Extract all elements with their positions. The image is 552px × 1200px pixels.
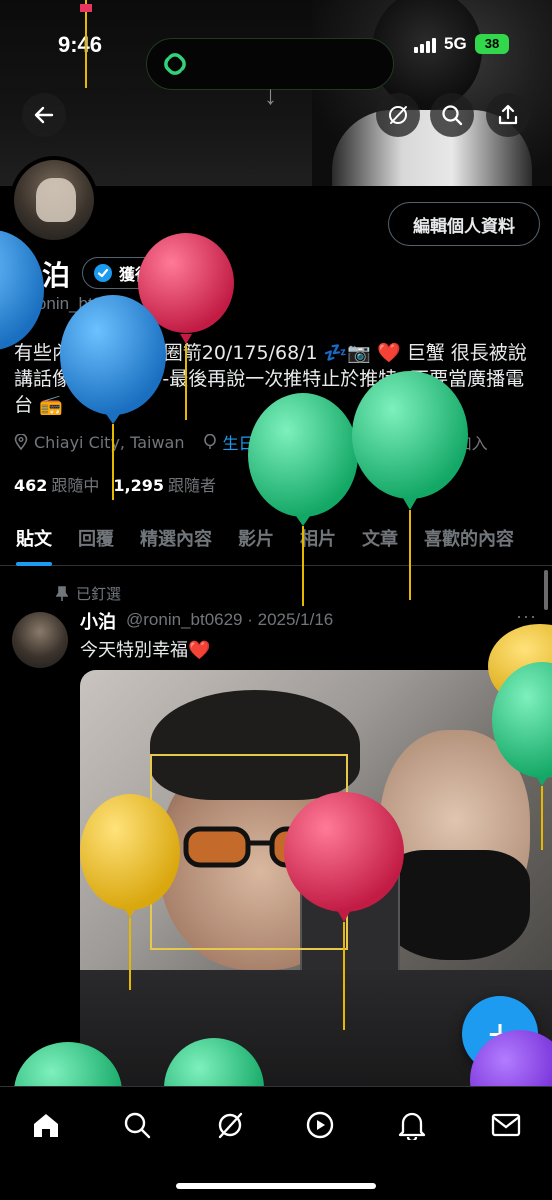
link-icon bbox=[164, 53, 186, 75]
status-time: 9:46 bbox=[58, 32, 103, 57]
followers-count: 1,295 bbox=[113, 476, 165, 495]
verified-check-icon bbox=[94, 264, 112, 282]
profile-tabs: 貼文 回覆 精選內容 影片 相片 文章 喜歡的內容 bbox=[0, 510, 552, 566]
joined-item: 於 2019年12月加入 bbox=[321, 430, 488, 454]
tab-photos[interactable]: 相片 bbox=[300, 510, 336, 566]
following-link[interactable]: 462 跟隨中 bbox=[14, 472, 99, 496]
profile-handle: @ronin_bt0629 bbox=[14, 294, 131, 313]
pull-down-arrow-icon: ↓ bbox=[264, 80, 277, 110]
birthday-text[interactable]: 生日快樂！ bbox=[223, 430, 303, 454]
profile-bio: 有些內容未滿 🔞 圈箭20/175/68/1 💤📷 ❤️ 巨蟹 很長被說講話像+… bbox=[14, 342, 527, 416]
pin-icon bbox=[56, 585, 68, 601]
profile-name: 小泊 bbox=[14, 259, 71, 292]
grok-icon bbox=[218, 1112, 243, 1139]
photo-mask bbox=[380, 850, 530, 960]
nav-video[interactable] bbox=[298, 1103, 342, 1147]
search-button[interactable] bbox=[430, 93, 474, 137]
nav-notifications[interactable] bbox=[390, 1103, 434, 1147]
tab-likes[interactable]: 喜歡的內容 bbox=[424, 510, 514, 566]
grok-button[interactable] bbox=[376, 93, 420, 137]
mail-icon bbox=[491, 1113, 521, 1137]
profile-meta: Chiayi City, Taiwan 生日快樂！ 於 2019年12月加入 bbox=[14, 430, 488, 454]
network-type: 5G bbox=[444, 34, 467, 53]
tab-posts[interactable]: 貼文 bbox=[16, 510, 52, 566]
following-label: 跟隨中 bbox=[51, 476, 100, 495]
pinned-label: 已釘選 bbox=[76, 585, 122, 603]
tab-replies[interactable]: 回覆 bbox=[78, 510, 114, 566]
post-handle-date: @ronin_bt0629 · 2025/1/16 bbox=[126, 610, 334, 629]
tab-articles[interactable]: 文章 bbox=[362, 510, 398, 566]
arrow-left-icon bbox=[34, 106, 54, 124]
calendar-icon bbox=[321, 436, 335, 449]
nav-search[interactable] bbox=[115, 1103, 159, 1147]
verified-badge-button[interactable]: 獲得認證 bbox=[82, 257, 199, 289]
bell-icon bbox=[398, 1112, 426, 1140]
post-more-button[interactable]: ··· bbox=[516, 606, 537, 627]
tab-videos[interactable]: 影片 bbox=[238, 510, 274, 566]
post-avatar[interactable] bbox=[12, 612, 68, 668]
status-bar: 9:46 5G 38 bbox=[0, 20, 552, 90]
followers-label: 跟隨者 bbox=[168, 476, 217, 495]
nav-home[interactable] bbox=[24, 1103, 68, 1147]
nav-grok[interactable] bbox=[208, 1103, 252, 1147]
home-icon bbox=[34, 1114, 58, 1137]
edit-profile-button[interactable]: 編輯個人資料 bbox=[388, 202, 540, 246]
birthday-item: 生日快樂！ bbox=[203, 430, 303, 454]
bottom-nav bbox=[0, 1086, 552, 1200]
location-text: Chiayi City, Taiwan bbox=[34, 432, 185, 452]
balloon-icon bbox=[203, 434, 216, 449]
video-icon bbox=[306, 1111, 334, 1139]
home-indicator[interactable] bbox=[176, 1183, 376, 1189]
followers-link[interactable]: 1,295 跟隨者 bbox=[113, 472, 216, 496]
compose-button[interactable]: + bbox=[462, 996, 538, 1072]
post-author[interactable]: 小泊 bbox=[80, 608, 116, 634]
following-count: 462 bbox=[14, 476, 48, 495]
balloon-green-1 bbox=[248, 393, 358, 606]
location-pin-icon bbox=[14, 434, 28, 450]
signal-icon bbox=[414, 37, 436, 53]
battery-icon: 38 bbox=[475, 34, 509, 54]
post-text: 今天特別幸福❤️ bbox=[80, 640, 211, 661]
grok-icon bbox=[389, 106, 407, 124]
back-button[interactable] bbox=[22, 93, 66, 137]
share-button[interactable] bbox=[486, 93, 530, 137]
photo-focus-box bbox=[150, 754, 348, 950]
scrollbar[interactable] bbox=[544, 570, 548, 610]
profile-avatar[interactable] bbox=[10, 156, 98, 244]
nav-messages[interactable] bbox=[484, 1103, 528, 1147]
location-item: Chiayi City, Taiwan bbox=[14, 430, 185, 454]
tab-highlights[interactable]: 精選內容 bbox=[140, 510, 212, 566]
pinned-indicator: 已釘選 bbox=[56, 583, 121, 604]
follow-counts: 462 跟隨中 1,295 跟隨者 bbox=[14, 472, 216, 496]
joined-text: 於 2019年12月加入 bbox=[341, 434, 488, 453]
share-icon bbox=[498, 104, 518, 125]
verified-label: 獲得認證 bbox=[119, 265, 184, 284]
search-icon bbox=[124, 1112, 151, 1139]
search-icon bbox=[442, 105, 463, 126]
